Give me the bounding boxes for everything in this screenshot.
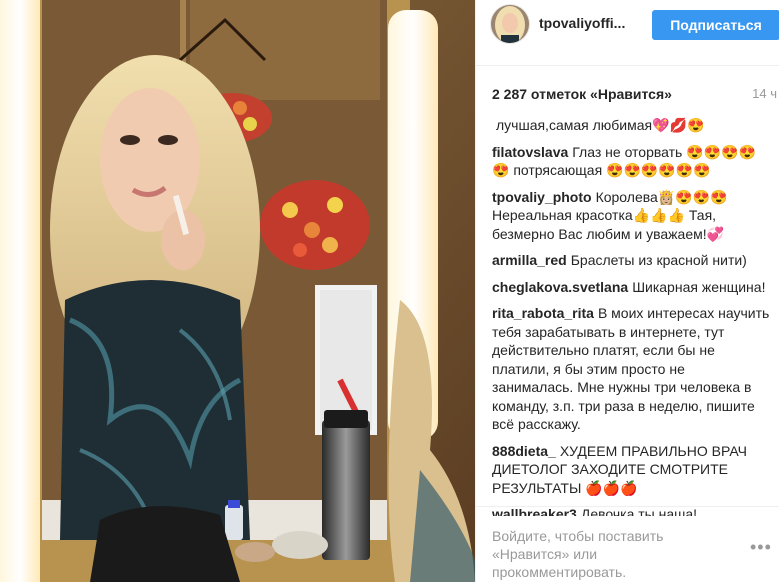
- post-photo[interactable]: [0, 0, 475, 582]
- comment: filatovslava Глаз не оторвать 😍😍😍😍😍 потря…: [492, 143, 770, 180]
- username-link[interactable]: tpovaliyoffi...: [539, 15, 625, 31]
- photo-illustration: [0, 0, 475, 582]
- comment-text: В моих интересах научить тебя зарабатыва…: [492, 305, 770, 432]
- comment-username[interactable]: filatovslava: [492, 144, 568, 160]
- comment-username[interactable]: armilla_red: [492, 252, 567, 268]
- likes-count[interactable]: 2 287 отметок «Нравится»: [492, 86, 672, 102]
- instagram-post: tpovaliyoffi... Подписаться 2 287 отмето…: [0, 0, 779, 582]
- post-sidebar: tpovaliyoffi... Подписаться 2 287 отмето…: [475, 0, 779, 582]
- comment: armilla_red Браслеты из красной нити): [492, 251, 770, 270]
- likes-row: 2 287 отметок «Нравится» 14 ч: [492, 86, 777, 106]
- login-link[interactable]: Войдите: [492, 528, 547, 544]
- comment: 888dieta_ ХУДЕЕМ ПРАВИЛЬНО ВРАЧ ДИЕТОЛОГ …: [492, 442, 770, 498]
- post-time[interactable]: 14 ч: [752, 86, 777, 101]
- login-prompt: Войдите, чтобы поставить «Нравится» или …: [492, 527, 724, 581]
- post-footer: Войдите, чтобы поставить «Нравится» или …: [476, 506, 779, 582]
- comment: tpovaliy_photo Королева👸🏼😍😍😍 Нереальная к…: [492, 188, 770, 244]
- more-options-icon[interactable]: •••: [750, 537, 772, 558]
- comment: rita_rabota_rita В моих интересах научить…: [492, 304, 770, 434]
- comment-username[interactable]: rita_rabota_rita: [492, 305, 594, 321]
- post-header: tpovaliyoffi... Подписаться: [476, 0, 779, 66]
- comment-text: Браслеты из красной нити): [570, 252, 747, 268]
- comment: cheglakova.svetlana Шикарная женщина!: [492, 278, 770, 297]
- comment-username[interactable]: tpovaliy_photo: [492, 189, 592, 205]
- comment-username[interactable]: 888dieta_: [492, 443, 556, 459]
- follow-button[interactable]: Подписаться: [652, 10, 779, 40]
- comment-text: лучшая,самая любимая💖💋😍: [496, 117, 705, 133]
- comment-username[interactable]: cheglakova.svetlana: [492, 279, 628, 295]
- avatar[interactable]: [490, 4, 530, 44]
- comment: лучшая,самая любимая💖💋😍: [492, 116, 770, 135]
- avatar-image: [491, 5, 529, 43]
- comment-list: лучшая,самая любимая💖💋😍 filatovslava Глаз…: [492, 116, 770, 516]
- comment-text: Шикарная женщина!: [632, 278, 766, 295]
